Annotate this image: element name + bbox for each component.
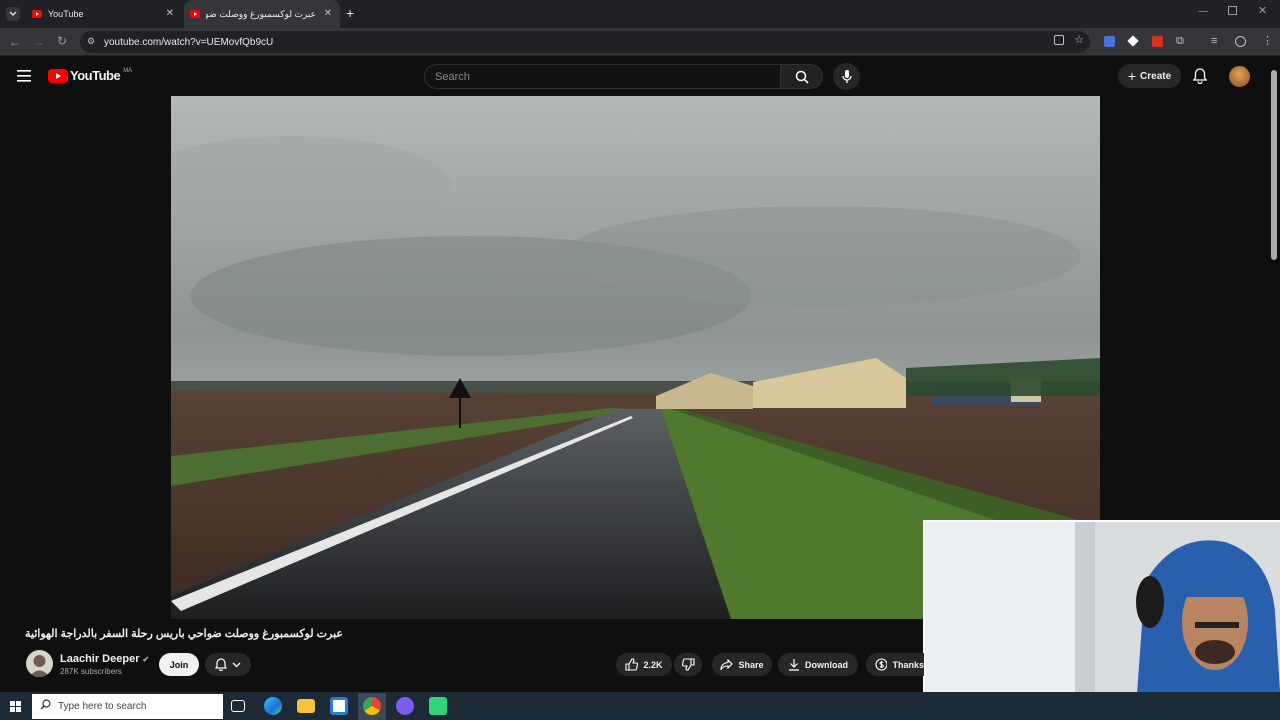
share-button[interactable]: Share [712,653,772,676]
hamburger-menu-icon[interactable] [17,70,31,82]
url-text: youtube.com/watch?v=UEMovfQb9cU [104,36,274,48]
file-explorer-icon[interactable] [297,699,315,713]
tab-youtube[interactable]: YouTube ✕ [26,0,182,28]
address-bar[interactable]: ⚙ youtube.com/watch?v=UEMovfQb9cU ☆ [80,31,1090,53]
reload-icon[interactable]: ↻ [57,34,67,48]
chevron-down-icon [232,662,241,667]
chevron-down-icon [9,11,17,16]
tab-video[interactable]: عبرت لوكسمبورغ ووصلت ضواحي ✕ [184,0,340,28]
close-window-button[interactable]: ✕ [1258,4,1267,17]
bookmark-star-icon[interactable]: ☆ [1074,33,1084,46]
taskbar-search-placeholder: Type here to search [58,701,147,712]
voice-search-button[interactable] [833,63,860,90]
bell-icon [215,658,227,671]
chrome-browser-icon[interactable] [363,697,381,715]
translate-extension-icon[interactable] [1104,36,1115,47]
extension-red-icon[interactable] [1152,36,1163,47]
taskbar-search-input[interactable]: Type here to search [32,694,223,719]
notifications-bell-icon[interactable] [1193,68,1207,84]
plus-icon: + [1127,68,1137,84]
page-scrollbar[interactable] [1271,70,1277,260]
extensions-puzzle-icon[interactable]: ⧉ [1176,35,1184,48]
logo-text: YouTube [70,68,121,83]
task-view-icon[interactable] [231,700,245,712]
youtube-favicon-icon [190,10,200,18]
download-label: Download [805,659,848,670]
microphone-icon [841,69,852,83]
thumbs-up-icon [625,658,639,671]
windows-start-icon[interactable] [10,701,21,712]
search-button[interactable] [781,64,823,89]
webcam-overlay [923,520,1280,720]
edge-browser-icon[interactable] [264,697,282,715]
channel-avatar[interactable] [26,650,53,677]
verified-check-icon: ✔ [142,655,150,664]
tab-search-button[interactable] [6,7,20,21]
android-studio-icon[interactable] [429,697,447,715]
search-icon [40,699,51,710]
channel-name-text: Laachir Deeper [60,653,140,665]
thumbs-down-icon [681,658,695,671]
forward-icon[interactable]: → [33,35,45,49]
discord-app-icon[interactable] [396,697,414,715]
subscribe-notifications-button[interactable] [205,653,251,676]
tab-title: YouTube [48,9,84,19]
browser-menu-icon[interactable]: ⋮ [1262,34,1273,47]
microsoft-store-icon[interactable] [330,697,348,715]
region-code: MA [123,67,133,74]
account-avatar[interactable] [1229,66,1250,87]
subscriber-count: 287K subscribers [60,667,122,676]
youtube-favicon-icon [32,10,42,18]
create-button[interactable]: + Create [1118,64,1181,88]
minimize-button[interactable]: — [1198,6,1208,17]
search-icon [795,70,809,84]
thanks-button[interactable]: Thanks [866,653,924,676]
create-label: Create [1140,70,1172,82]
share-icon [720,658,734,670]
thanks-dollar-icon [875,658,888,671]
thanks-label: Thanks [892,659,924,670]
channel-name[interactable]: Laachir Deeper ✔ [60,653,149,665]
profile-icon[interactable] [1235,36,1246,47]
download-icon [789,659,799,671]
back-icon[interactable]: ← [9,35,21,49]
install-app-icon[interactable] [1054,35,1064,45]
youtube-logo[interactable]: YouTube MA [48,68,132,83]
youtube-play-logo-icon [48,68,68,83]
share-label: Share [738,659,764,670]
close-tab-icon[interactable]: ✕ [324,8,332,19]
dislike-button[interactable] [674,653,702,676]
search-input[interactable]: Search [424,64,781,89]
media-controls-icon[interactable]: ≡ [1211,35,1217,47]
tab-title: عبرت لوكسمبورغ ووصلت ضواحي [206,8,316,19]
new-tab-button[interactable]: + [346,5,354,21]
like-button[interactable]: 2.2K [616,653,672,676]
search-placeholder: Search [435,70,470,83]
video-title: عبرت لوكسمبورغ ووصلت ضواحي باريس رحلة ال… [25,628,343,640]
like-count: 2.2K [643,659,663,670]
download-button[interactable]: Download [778,653,858,676]
maximize-button[interactable] [1228,6,1237,15]
close-tab-icon[interactable]: ✕ [166,8,174,19]
site-info-icon[interactable]: ⚙ [87,36,95,47]
join-button[interactable]: Join [159,653,199,676]
